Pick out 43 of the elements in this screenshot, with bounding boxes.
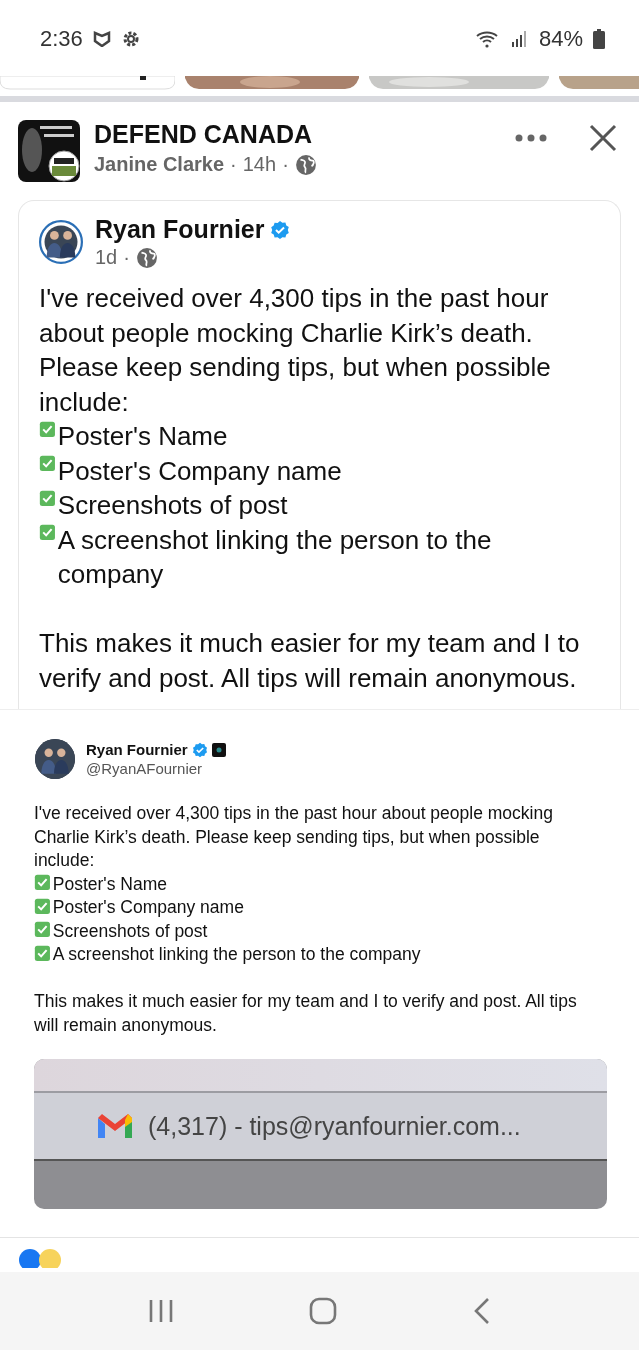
author-name: Ryan Fournier — [86, 741, 188, 758]
battery-icon — [593, 29, 605, 49]
user-handle: @RyanAFournier — [86, 760, 204, 777]
author-name[interactable]: Janine Clarke — [94, 153, 225, 176]
checklist-item: Poster's Company name — [52, 896, 244, 919]
signal-icon — [510, 30, 529, 48]
checkbox-icon — [34, 944, 51, 962]
checklist-item: A screenshot linking the person to the company — [57, 523, 493, 591]
checklist-item: A screenshot linking the person to the company — [52, 943, 421, 966]
post-time[interactable]: 1d — [95, 246, 118, 269]
checklist-item: Screenshots of post — [52, 919, 208, 943]
checklist-item: Screenshots of post — [57, 489, 288, 522]
clock: 2:36 — [40, 26, 83, 52]
profile-avatar — [39, 220, 83, 264]
shield-icon — [92, 31, 111, 47]
checkbox-icon — [39, 524, 56, 542]
checkbox-icon — [34, 921, 51, 939]
checkbox-icon — [39, 420, 56, 438]
checkbox-icon — [39, 489, 56, 507]
checkbox-icon — [34, 897, 51, 915]
post-text: This makes it much easier for my team and I to verify and post. All tips will remain anonymous. — [39, 627, 581, 695]
battery-percent: 84% — [538, 26, 583, 52]
post-text: This makes it much easier for my team and I to verify and post. All tips will remain anonymous. — [34, 990, 578, 1037]
affiliate-icon — [211, 742, 226, 757]
checkbox-icon — [39, 455, 56, 473]
post-text: I've received over 4,300 tips in the past hour about people mocking Charlie Kirk’s death. Please keep sending tips, but when possible include: — [39, 282, 552, 419]
globe-icon — [135, 246, 158, 269]
checklist-item: Poster's Name — [57, 420, 228, 453]
author-name[interactable]: Ryan Fournier — [95, 215, 265, 244]
separator-dot: · — [230, 153, 237, 176]
separator-dot: · — [282, 153, 289, 176]
globe-icon — [294, 153, 317, 176]
checkbox-icon — [34, 874, 51, 892]
mail-logo-icon — [96, 1112, 134, 1140]
checklist-item: Poster's Company name — [57, 454, 342, 488]
post-text: I've received over 4,300 tips in the past hour about people mocking Charlie Kirk’s death. Please keep sending tips, but when possible include: — [34, 802, 554, 872]
group-name[interactable]: DEFEND CANADA — [94, 120, 497, 149]
post-time[interactable]: 14h — [242, 153, 277, 176]
reactions-icon — [18, 1248, 64, 1268]
profile-avatar — [34, 738, 76, 780]
checklist-item: Poster's Name — [52, 872, 167, 896]
browser-tab-title: (4,317) - tips@ryanfournier.com... — [148, 1111, 521, 1141]
separator-dot: · — [123, 246, 130, 269]
